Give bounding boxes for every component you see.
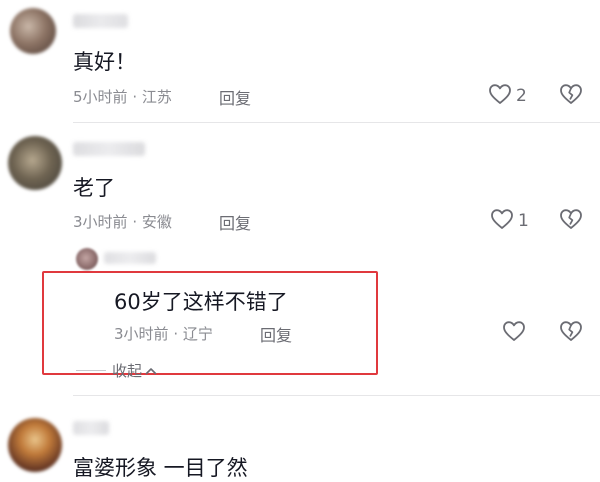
comment-location: 安徽 xyxy=(141,213,172,231)
comment-text: 真好！ xyxy=(73,50,136,74)
broken-heart-icon xyxy=(559,208,583,234)
meta-separator: · xyxy=(173,325,179,343)
reply-button[interactable]: 回复 xyxy=(260,322,292,346)
comment-divider xyxy=(73,395,600,396)
meta-separator: · xyxy=(132,88,138,106)
collapse-label: 收起 xyxy=(112,362,143,380)
heart-outline-icon xyxy=(502,320,526,346)
broken-heart-icon xyxy=(559,83,583,109)
comment-location: 辽宁 xyxy=(182,325,213,343)
comment-time: 3小时前 xyxy=(73,213,128,231)
comment-time: 3小时前 xyxy=(114,325,169,343)
comment-location: 江苏 xyxy=(141,88,172,106)
comment-divider xyxy=(73,122,600,123)
comment-meta: 3小时前 · 辽宁 xyxy=(114,323,213,344)
like-count: 1 xyxy=(518,211,529,231)
dislike-button[interactable] xyxy=(559,83,583,109)
collapse-line xyxy=(76,370,106,371)
like-button[interactable]: 2 xyxy=(488,83,527,109)
comment-meta: 3小时前 · 安徽 xyxy=(73,211,172,232)
broken-heart-icon xyxy=(559,320,583,346)
collapse-replies-button[interactable]: 收起 xyxy=(112,360,157,381)
dislike-button[interactable] xyxy=(559,320,583,346)
username-redacted[interactable] xyxy=(73,14,128,28)
username-redacted[interactable] xyxy=(73,142,145,156)
heart-outline-icon xyxy=(490,208,514,234)
comment-time: 5小时前 xyxy=(73,88,128,106)
avatar[interactable] xyxy=(8,136,62,190)
heart-outline-icon xyxy=(488,83,512,109)
meta-separator: · xyxy=(132,213,138,231)
chevron-up-icon xyxy=(145,362,157,380)
reply-avatar[interactable] xyxy=(76,248,98,270)
comment-text: 老了 xyxy=(73,176,115,200)
username-redacted[interactable] xyxy=(73,421,109,435)
username-redacted[interactable] xyxy=(104,252,156,264)
reply-button[interactable]: 回复 xyxy=(219,210,251,234)
like-button[interactable] xyxy=(502,320,526,346)
avatar[interactable] xyxy=(8,418,62,472)
comment-meta: 5小时前 · 江苏 xyxy=(73,86,172,107)
avatar[interactable] xyxy=(10,8,56,54)
dislike-button[interactable] xyxy=(559,208,583,234)
comment-text: 60岁了这样不错了 xyxy=(114,290,288,314)
reply-button[interactable]: 回复 xyxy=(219,85,251,109)
like-count: 2 xyxy=(516,86,527,106)
like-button[interactable]: 1 xyxy=(490,208,529,234)
